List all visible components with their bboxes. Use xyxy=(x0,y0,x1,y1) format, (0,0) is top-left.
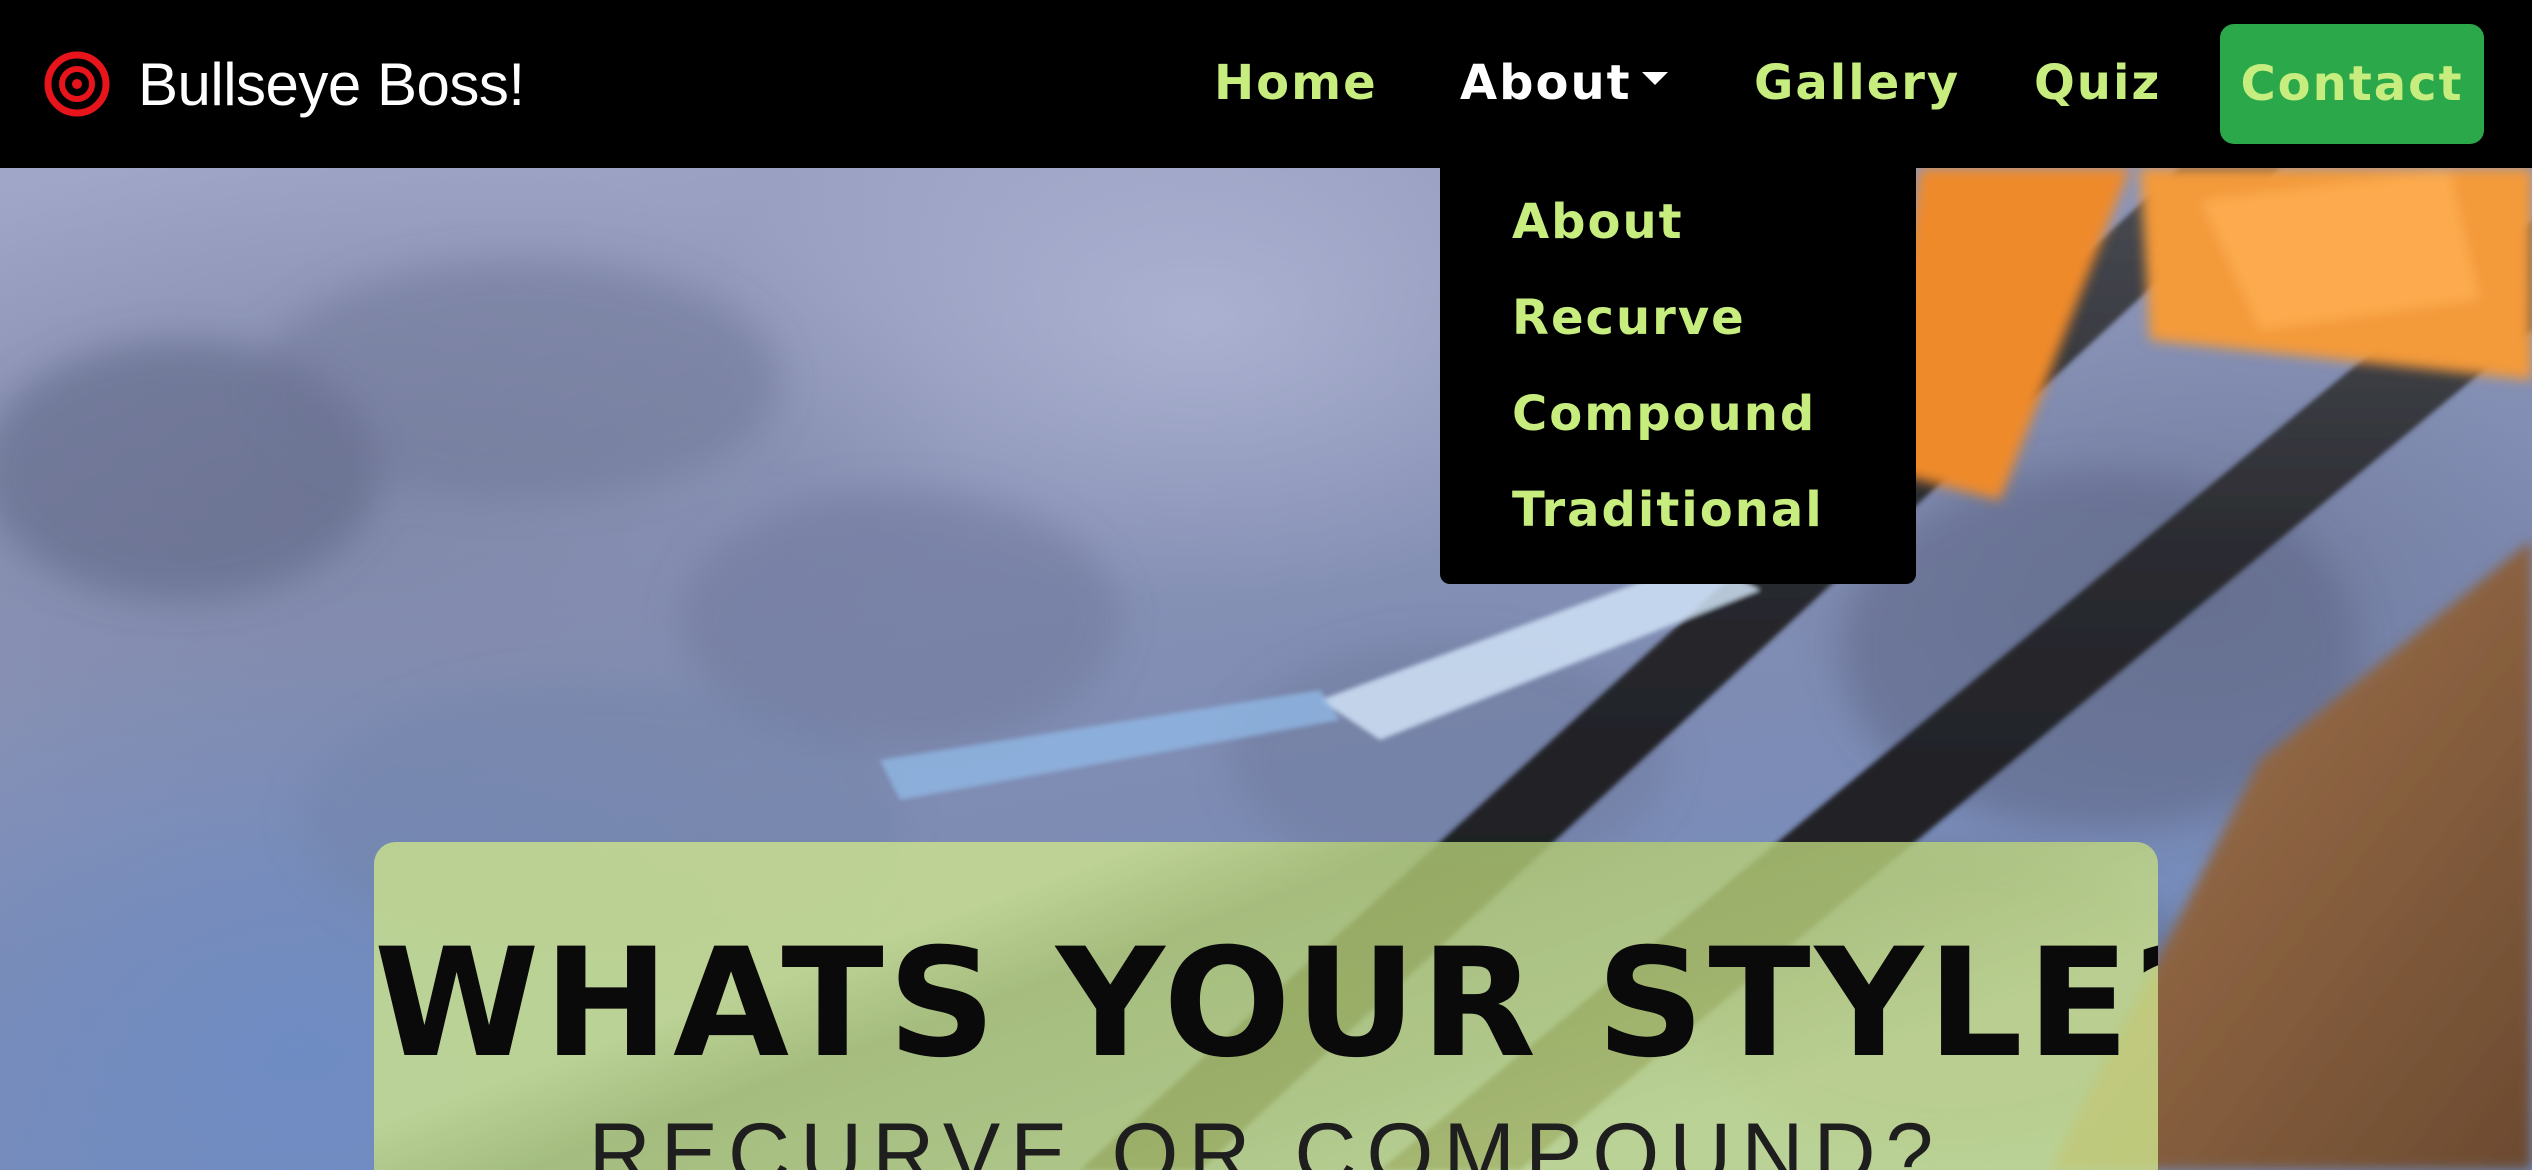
dropdown-item-compound[interactable]: Compound xyxy=(1512,384,1816,444)
dropdown-item-about[interactable]: About xyxy=(1512,192,1684,252)
nav-quiz-link[interactable]: Quiz xyxy=(2034,50,2161,116)
hero-subtitle: RECURVE OR COMPOUND? xyxy=(588,1106,1944,1170)
nav-about-dropdown-toggle[interactable]: About xyxy=(1460,50,1668,116)
caret-down-icon xyxy=(1641,71,1668,85)
nav-home-link[interactable]: Home xyxy=(1214,50,1378,116)
dropdown-item-traditional[interactable]: Traditional xyxy=(1512,480,1824,540)
hero-card: WHATS YOUR STYLE? RECURVE OR COMPOUND? xyxy=(374,842,2158,1170)
about-dropdown-menu: About Recurve Compound Traditional xyxy=(1440,166,1916,584)
arrow-fletching xyxy=(1880,168,2532,500)
hero-title: WHATS YOUR STYLE? xyxy=(374,917,2158,1091)
dropdown-item-recurve[interactable]: Recurve xyxy=(1512,288,1746,348)
nav-about-label: About xyxy=(1460,55,1632,111)
top-navbar: Bullseye Boss! Home About Gallery Quiz C… xyxy=(0,0,2532,168)
nav-links: Home About Gallery Quiz Contact xyxy=(0,0,2532,168)
nav-gallery-link[interactable]: Gallery xyxy=(1754,50,1960,116)
contact-button[interactable]: Contact xyxy=(2220,24,2484,144)
page: Bullseye Boss! Home About Gallery Quiz C… xyxy=(0,0,2532,1170)
